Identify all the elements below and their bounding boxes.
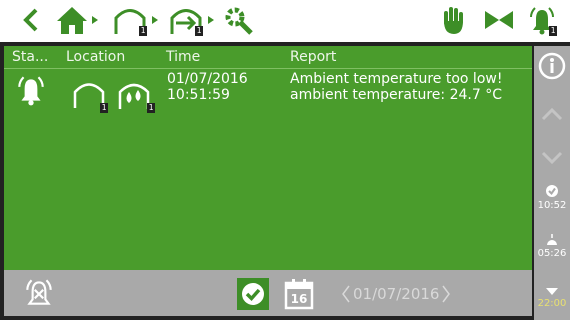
alarm-time: 10:51:59 bbox=[167, 87, 230, 103]
back-button[interactable] bbox=[20, 4, 42, 36]
tools-icon bbox=[225, 7, 253, 35]
table-row[interactable]: 1 1 01/07/2016 10:51:59 Ambient temperat… bbox=[4, 70, 532, 120]
location-badge: 1 bbox=[100, 103, 108, 113]
check-circle-icon bbox=[546, 185, 558, 197]
scroll-up-button[interactable] bbox=[534, 106, 570, 122]
alarm-badge: 1 bbox=[549, 26, 557, 36]
alarm-list: Sta... Location Time Report 1 1 01/07/20… bbox=[4, 46, 532, 270]
sunset-time: 22:00 bbox=[537, 298, 567, 309]
valve-icon bbox=[485, 11, 513, 29]
alarm-off-icon bbox=[26, 279, 52, 305]
sunrise-icon bbox=[547, 234, 557, 245]
greenhouse-button[interactable]: 1 bbox=[112, 4, 148, 36]
small-chevron-icon bbox=[208, 16, 214, 24]
home-icon bbox=[57, 7, 87, 34]
mute-alarm-button[interactable] bbox=[22, 276, 56, 310]
acknowledge-button[interactable] bbox=[237, 278, 269, 310]
sunrise-time: 05:26 bbox=[537, 248, 567, 259]
greenhouse-badge: 1 bbox=[139, 26, 147, 36]
breadcrumb-arrow-2 bbox=[150, 4, 160, 36]
sunset-status[interactable]: 22:00 bbox=[534, 284, 570, 309]
report-line-2: ambient temperature: 24.7 °C bbox=[290, 87, 502, 103]
check-circle-icon bbox=[242, 283, 264, 305]
chevron-up-icon bbox=[541, 107, 563, 121]
small-chevron-icon bbox=[92, 16, 98, 24]
home-button[interactable] bbox=[56, 4, 88, 36]
calendar-day: 16 bbox=[290, 292, 308, 306]
breadcrumb-arrow-1 bbox=[90, 4, 100, 36]
clock-status[interactable]: 10:52 bbox=[534, 184, 570, 211]
col-header-location[interactable]: Location bbox=[66, 46, 125, 68]
right-sidebar: 10:52 05:26 22:00 bbox=[534, 46, 570, 320]
sunset-icon bbox=[546, 288, 558, 295]
alarm-bell-icon bbox=[18, 76, 44, 106]
chevron-left-icon[interactable] bbox=[342, 284, 350, 304]
chevron-left-icon bbox=[23, 8, 38, 32]
col-header-time[interactable]: Time bbox=[166, 46, 200, 68]
bottom-toolbar: 16 01/07/2016 bbox=[4, 270, 532, 316]
date-selector[interactable]: 01/07/2016 bbox=[342, 282, 451, 306]
export-badge: 1 bbox=[195, 26, 203, 36]
chevron-down-icon bbox=[541, 151, 563, 165]
col-header-status[interactable]: Sta... bbox=[12, 46, 48, 68]
location-badge: 1 bbox=[147, 103, 155, 113]
chevron-right-icon[interactable] bbox=[442, 284, 451, 304]
report-line-1: Ambient temperature too low! bbox=[290, 71, 503, 87]
alarm-date: 01/07/2016 bbox=[167, 71, 248, 87]
settings-button[interactable] bbox=[222, 4, 256, 36]
calendar-button[interactable]: 16 bbox=[284, 278, 314, 310]
scroll-down-button[interactable] bbox=[534, 150, 570, 166]
humidity-sensor-icon bbox=[118, 83, 150, 109]
alarm-button[interactable]: 1 bbox=[526, 4, 558, 36]
header-divider bbox=[4, 68, 532, 69]
valve-button[interactable] bbox=[482, 4, 516, 36]
small-chevron-icon bbox=[152, 16, 158, 24]
hand-icon bbox=[444, 7, 463, 34]
top-toolbar: 1 1 1 bbox=[0, 0, 570, 42]
info-button[interactable] bbox=[534, 52, 570, 80]
date-value: 01/07/2016 bbox=[353, 285, 440, 303]
clock-time: 10:52 bbox=[537, 200, 567, 211]
col-header-report[interactable]: Report bbox=[290, 46, 336, 68]
export-button[interactable]: 1 bbox=[168, 4, 204, 36]
manual-mode-button[interactable] bbox=[438, 4, 468, 36]
info-icon bbox=[538, 52, 566, 80]
sunrise-status[interactable]: 05:26 bbox=[534, 234, 570, 259]
breadcrumb-arrow-3 bbox=[206, 4, 216, 36]
